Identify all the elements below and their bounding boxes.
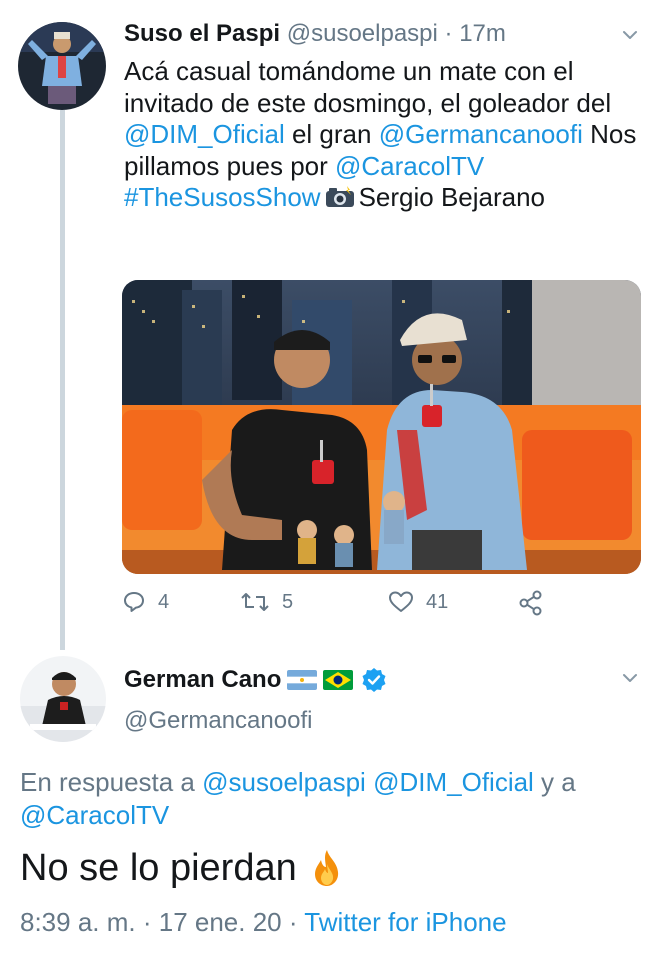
brazil-flag-icon <box>323 670 354 690</box>
like-count: 41 <box>426 590 449 613</box>
header-separator: · <box>444 20 453 47</box>
tweet-header: Suso el Paspi @susoelpaspi · 17m <box>124 20 506 48</box>
avatar-germancanoofi[interactable] <box>20 656 106 742</box>
camera-with-flash-icon <box>325 186 354 207</box>
author-name[interactable]: German Cano <box>124 666 281 694</box>
tweet-text-part: Sergio Bejarano <box>358 182 546 212</box>
hashtag-thesusosshow[interactable]: #TheSusosShow <box>124 182 321 212</box>
thread-connector-line <box>60 110 65 650</box>
tweet-timestamp[interactable]: 8:39 a. m. <box>20 907 136 937</box>
share-icon <box>519 590 542 616</box>
share-button[interactable] <box>518 590 556 616</box>
reply-mention-susoelpaspi[interactable]: @susoelpaspi <box>202 767 366 797</box>
meta-dot: · <box>281 907 305 937</box>
reply-space <box>366 767 373 797</box>
verified-badge-icon <box>362 668 386 692</box>
tweet-text-part: Acá casual tomándome un mate con el invi… <box>124 56 612 118</box>
chevron-down-icon[interactable] <box>622 27 638 43</box>
tweet-actions: 4 5 41 <box>122 590 642 624</box>
tweet-photo[interactable] <box>122 280 641 574</box>
reply-mention-caracoltv[interactable]: @CaracolTV <box>20 800 169 830</box>
retweet-button[interactable]: 5 <box>240 590 293 614</box>
author-handle[interactable]: @susoelpaspi <box>287 20 438 47</box>
tweet-client-link[interactable]: Twitter for iPhone <box>304 907 506 937</box>
author-name[interactable]: Suso el Paspi <box>124 20 280 47</box>
tweet-text-content: No se lo pierdan <box>20 847 297 889</box>
reply-icon <box>124 592 144 612</box>
retweet-icon <box>241 593 269 611</box>
argentina-flag-icon <box>287 670 318 690</box>
retweet-count: 5 <box>282 590 294 613</box>
mention-caracoltv[interactable]: @CaracolTV <box>335 151 484 181</box>
avatar-susoelpaspi[interactable] <box>18 22 106 110</box>
like-button[interactable]: 41 <box>388 590 448 614</box>
heart-icon <box>389 591 413 612</box>
tweet-text: Acá casual tomándome un mate con el invi… <box>124 56 644 214</box>
author-name-row: German Cano <box>124 666 387 694</box>
mention-germancanoofi[interactable]: @Germancanoofi <box>379 119 583 149</box>
author-handle[interactable]: @Germancanoofi <box>124 706 312 736</box>
tweet-time[interactable]: 17m <box>459 20 506 47</box>
tweet-text-part: el gran <box>284 119 379 149</box>
tweet-text: No se lo pierdan <box>20 846 347 890</box>
reply-context: En respuesta a @susoelpaspi @DIM_Oficial… <box>20 766 640 832</box>
reply-mention-dim-oficial[interactable]: @DIM_Oficial <box>373 767 534 797</box>
meta-dot: · <box>135 907 159 937</box>
reply-count: 4 <box>158 590 170 613</box>
fire-icon <box>314 850 338 886</box>
chevron-down-icon[interactable] <box>622 670 638 686</box>
reply-and: y a <box>533 767 576 797</box>
mention-dim-oficial[interactable]: @DIM_Oficial <box>124 119 285 149</box>
reply-button[interactable]: 4 <box>122 590 169 614</box>
tweet-date[interactable]: 17 ene. 20 <box>159 907 282 937</box>
tweet-meta: 8:39 a. m. · 17 ene. 20 · Twitter for iP… <box>20 906 507 938</box>
reply-prefix: En respuesta a <box>20 767 203 797</box>
